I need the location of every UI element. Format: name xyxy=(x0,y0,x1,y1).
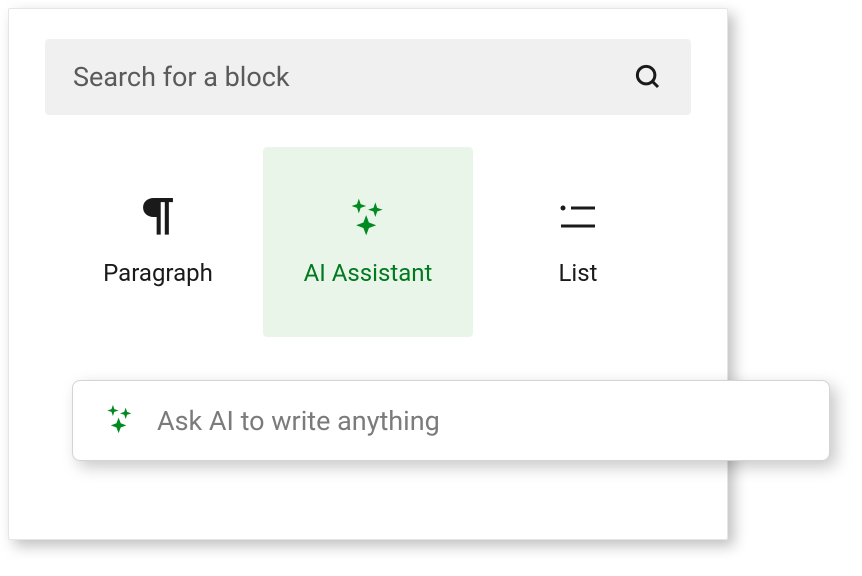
block-label: Paragraph xyxy=(103,259,213,287)
block-option-list[interactable]: List xyxy=(473,147,683,337)
ai-prompt-input[interactable]: Ask AI to write anything xyxy=(72,380,830,461)
sparkle-icon xyxy=(346,197,390,237)
block-option-paragraph[interactable]: Paragraph xyxy=(53,147,263,337)
block-options-row: Paragraph AI Assistant List xyxy=(45,147,691,337)
search-icon xyxy=(633,62,663,92)
list-icon xyxy=(559,197,597,237)
block-label: AI Assistant xyxy=(304,259,433,287)
search-placeholder: Search for a block xyxy=(73,61,290,93)
ai-prompt-placeholder: Ask AI to write anything xyxy=(157,405,440,437)
search-input[interactable]: Search for a block xyxy=(45,39,691,115)
block-option-ai-assistant[interactable]: AI Assistant xyxy=(263,147,473,337)
sparkle-icon xyxy=(103,402,137,440)
block-label: List xyxy=(559,259,598,287)
paragraph-icon xyxy=(141,197,175,237)
